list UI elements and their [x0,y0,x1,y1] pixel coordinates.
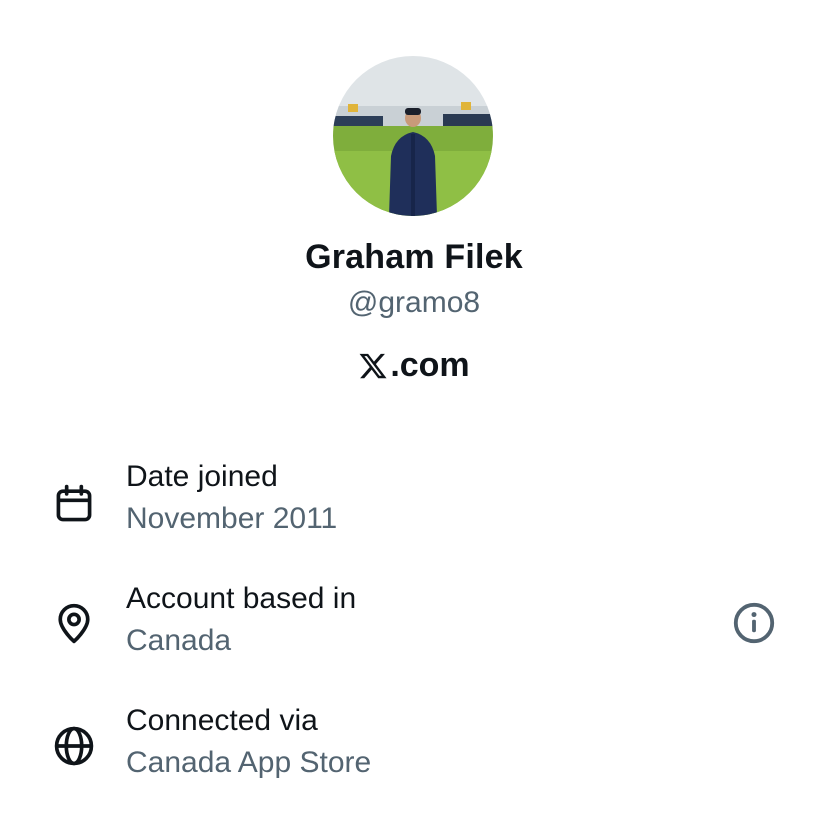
detail-row-account-based-in: Account based in Canada [0,582,828,672]
globe-icon [54,726,94,766]
detail-value: Canada App Store [126,746,372,779]
detail-value: November 2011 [126,502,338,535]
detail-value: Canada [126,624,232,657]
brand-label: .com [0,346,828,385]
user-handle: @gramo8 [347,286,481,319]
calendar-icon [56,484,92,522]
detail-title: Date joined [126,460,278,493]
display-name: Graham Filek [305,238,523,276]
info-button[interactable] [731,600,777,646]
location-pin-icon [58,603,90,644]
x-logo-icon [359,353,387,378]
avatar[interactable] [333,56,493,216]
info-icon [733,602,775,644]
detail-row-date-joined: Date joined November 2011 [0,460,828,550]
brand-domain-text: .com [390,346,470,384]
detail-title: Connected via [126,704,318,737]
detail-title: Account based in [126,582,357,615]
profile-photo [333,56,493,216]
detail-row-connected-via: Connected via Canada App Store [0,704,828,794]
